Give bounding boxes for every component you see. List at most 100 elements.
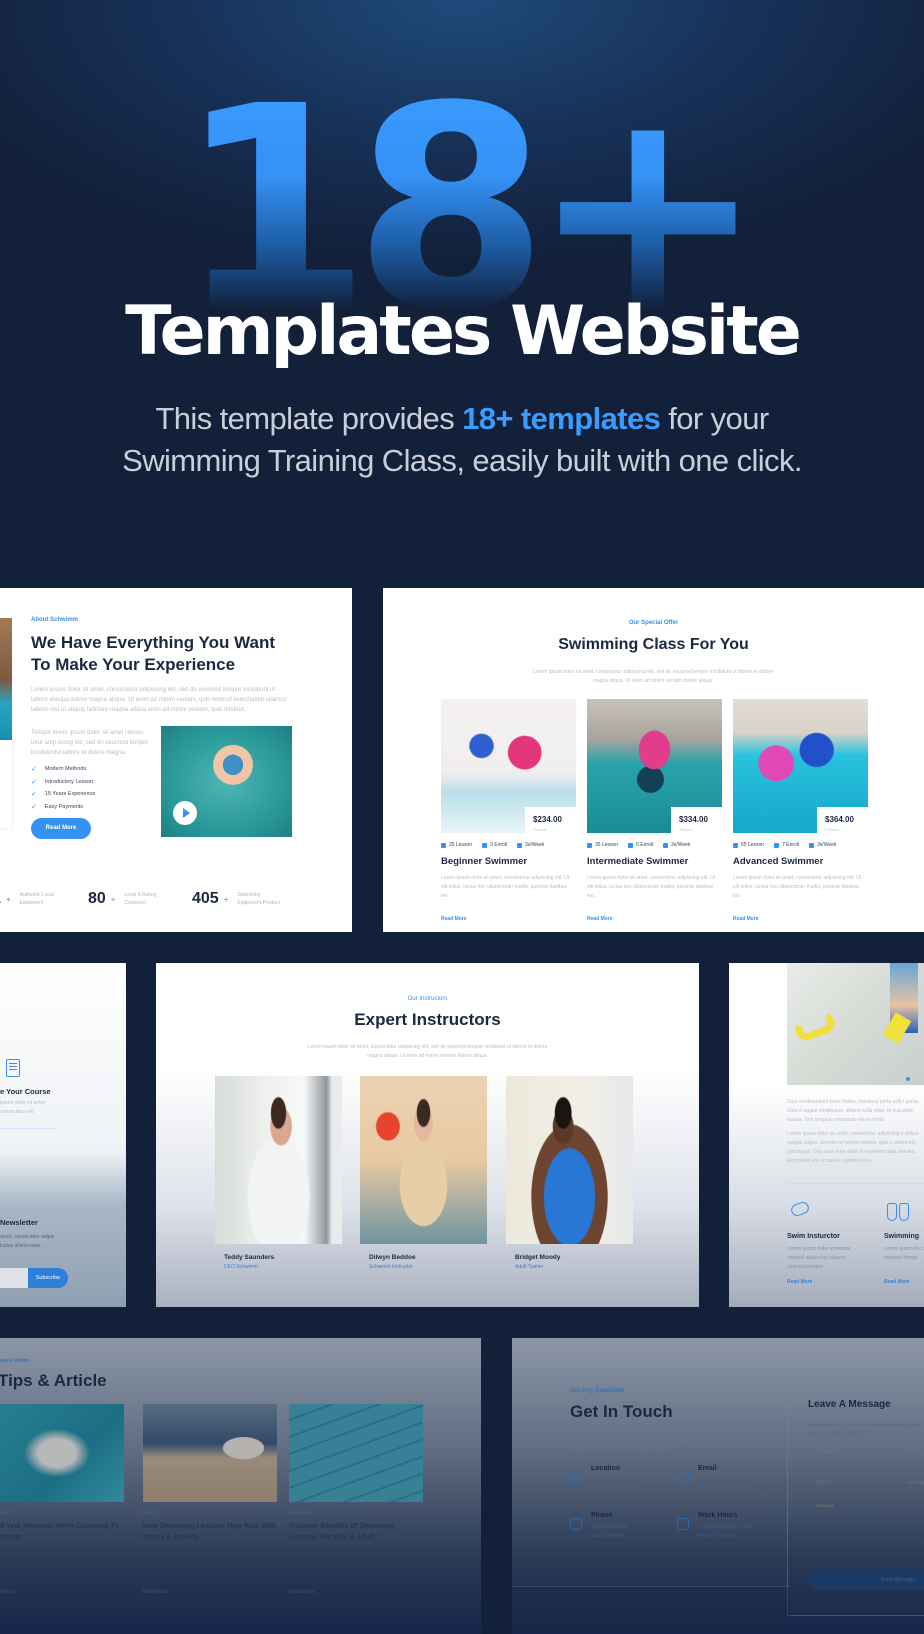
about-title-line2: To Make Your Experience xyxy=(31,655,236,674)
slider-dot[interactable] xyxy=(906,1077,910,1081)
news-read-more-link[interactable]: Read More xyxy=(289,1589,315,1595)
instructors-template-preview: Our Instructors Expert Instructors Lorem… xyxy=(156,963,699,1307)
services-para1: Duis condimentum nunc metus, maximus por… xyxy=(787,1099,920,1123)
contact-info-title: Location xyxy=(591,1465,621,1472)
instructor-role: Adult Trainer xyxy=(515,1264,544,1270)
class-price: $334.00 xyxy=(679,815,708,824)
contact-info-item: Work Hours Sun-Mon 08.00 AM - 18.00 PM | S… xyxy=(677,1512,777,1552)
send-message-button[interactable]: Send Message xyxy=(808,1570,924,1590)
subscribe-button[interactable]: Subscribe xyxy=(28,1268,68,1288)
class-read-more-link[interactable]: Read More xyxy=(733,916,759,922)
class-meta-text: 3x/Week xyxy=(525,842,545,848)
class-meta-item: 55 Lesson xyxy=(733,842,764,848)
calendar-icon xyxy=(809,842,815,848)
checklist-label: Modern Methods xyxy=(44,766,87,773)
instructor-photo xyxy=(506,1076,633,1244)
checklist-label: Easy Payments xyxy=(44,803,84,810)
class-desc: Lorem ipsum dolor sit amet, consectetur … xyxy=(733,875,862,899)
class-read-more-link[interactable]: Read More xyxy=(441,916,467,922)
class-meta-text: 3 Enroll xyxy=(490,842,508,848)
contact-info-line: +62 878-1203-890 xyxy=(591,1524,628,1529)
footer-strip xyxy=(512,1586,790,1634)
stat-item: 405 + Swimming Equipment Product xyxy=(192,890,285,908)
contact-template-preview: Got Any Questions Get In Touch Lorem ips… xyxy=(512,1338,924,1634)
lessons-icon xyxy=(587,842,592,848)
course-template-preview-partial: e Your Course ipsum dolor sit amet conse… xyxy=(0,963,126,1307)
lessons-icon xyxy=(441,842,446,848)
news-card[interactable]: Schwimm Last Year Moments We're Choosing … xyxy=(0,1404,124,1614)
phone-field[interactable] xyxy=(898,1473,924,1491)
class-price: $364.00 xyxy=(825,815,854,824)
enroll-icon xyxy=(774,842,780,848)
class-desc: Lorem ipsum dolor sit amet, consectetur … xyxy=(441,875,570,899)
class-price: $234.00 xyxy=(533,815,562,824)
contact-info-item: Phone +62 878-1203-890 (021) 122-56789 xyxy=(570,1512,670,1552)
news-eyebrow: Latest News xyxy=(0,1358,30,1364)
classes-title: Swimming Class For You xyxy=(558,636,749,653)
news-read-more-link[interactable]: Read More xyxy=(0,1589,16,1595)
fins-icon xyxy=(887,1203,909,1221)
email-field[interactable] xyxy=(898,1443,924,1461)
class-meta-item: 25 Lesson xyxy=(441,842,472,848)
news-card[interactable]: Swimming Discover Benefits Of Swimming Le… xyxy=(289,1404,423,1614)
class-name: Beginner Swimmer xyxy=(441,856,528,867)
service-desc: Lorem ipsum dolor ametsare consect adipi… xyxy=(787,1246,851,1270)
checklist-item: ✓ Introductory Lesson xyxy=(31,776,95,789)
about-video-thumbnail[interactable] xyxy=(161,726,292,837)
about-title: We Have Everything You Want To Make Your… xyxy=(31,632,331,676)
enroll-icon xyxy=(628,842,634,848)
about-paragraph: Lorem ipsum dolor sit amet, consectetur … xyxy=(31,687,287,713)
name-field[interactable] xyxy=(808,1443,872,1461)
about-paragraph2: Tempor lorem ipsum dolor sit amet consec… xyxy=(31,730,149,756)
instructor-photo xyxy=(215,1076,342,1244)
class-meta-item: 7 Enroll xyxy=(774,842,799,848)
service-read-more-link[interactable]: Read More xyxy=(787,1279,813,1285)
price-box: $334.00/Person xyxy=(671,807,722,837)
checklist-label: Introductory Lesson xyxy=(44,778,94,785)
class-card[interactable]: $234.00/Person 25 Lesson 3 Enroll 3x/Week Be… xyxy=(441,699,576,924)
play-button[interactable] xyxy=(173,801,197,825)
class-meta-item: 5 Enroll xyxy=(628,842,653,848)
class-meta-item: 3x/Week xyxy=(517,842,544,848)
read-more-button[interactable]: Read More xyxy=(31,818,91,839)
instructor-card[interactable]: Teddy Saunders CEO Schwimm xyxy=(215,1076,342,1276)
news-title: Tips & Article xyxy=(0,1371,107,1390)
stat-label: Level A Rating Customer xyxy=(124,892,157,906)
instructor-card[interactable]: Dilwyn Beddoe Schwimm Instructor xyxy=(360,1076,487,1276)
instructors-title: Expert Instructors xyxy=(354,1010,501,1029)
class-meta: 25 Lesson 3 Enroll 3x/Week xyxy=(441,842,544,848)
contact-info-line: Sun-Mon 08.00 AM - 18.00 xyxy=(698,1524,752,1529)
news-card[interactable]: Lesson How Swimming Lessons Help Kids Wit… xyxy=(143,1404,277,1614)
class-meta-text: 25 Lesson xyxy=(449,842,473,848)
stat-item: 80 + Level A Rating Customer xyxy=(88,890,172,908)
services-template-preview-partial: Duis condimentum nunc metus, maximus por… xyxy=(729,963,924,1307)
class-read-more-link[interactable]: Read More xyxy=(587,916,613,922)
news-category: Schwimm xyxy=(0,1510,10,1515)
instructor-photo xyxy=(360,1076,487,1244)
class-card[interactable]: $364.00/Person 55 Lesson 7 Enroll 3x/Week Ad… xyxy=(733,699,868,924)
class-card[interactable]: $334.00/Person 35 Lesson 5 Enroll 3x/Week In… xyxy=(587,699,722,924)
stat-value: 1 xyxy=(0,890,1,908)
class-meta-text: 3x/Week xyxy=(671,842,691,848)
message-field[interactable] xyxy=(808,1503,924,1553)
stat-plus: + xyxy=(110,894,116,904)
class-meta-text: 55 Lesson xyxy=(741,842,765,848)
enroll-icon xyxy=(482,842,488,848)
about-checklist: ✓ Modern Methods ✓ Introductory Lesson ✓ 15 Y… xyxy=(31,763,95,813)
divider xyxy=(0,1128,56,1129)
whistle-icon xyxy=(789,1200,811,1218)
price-box: $234.00/Person xyxy=(525,807,576,837)
class-price-unit: /Person xyxy=(825,827,839,832)
news-read-more-link[interactable]: Read More xyxy=(143,1589,169,1595)
about-template-preview: About Schwimm We Have Everything You Wan… xyxy=(0,588,352,932)
service-read-more-link[interactable]: Read More xyxy=(884,1279,910,1285)
instructor-card[interactable]: Bridget Moody Adult Trainer xyxy=(506,1076,633,1276)
news-template-preview: Latest News Tips & Article Schwimm Last Y… xyxy=(0,1338,481,1634)
stat-label: Swimming Equipment Product xyxy=(237,892,280,906)
form-intro: Lorem ipsum dolor sit amet, consectetur … xyxy=(808,1422,919,1436)
subject-field[interactable] xyxy=(808,1473,872,1491)
news-category: Lesson xyxy=(143,1510,158,1515)
news-image xyxy=(143,1404,277,1502)
about-side-image xyxy=(0,618,12,740)
newsletter-email-input[interactable] xyxy=(0,1268,30,1288)
